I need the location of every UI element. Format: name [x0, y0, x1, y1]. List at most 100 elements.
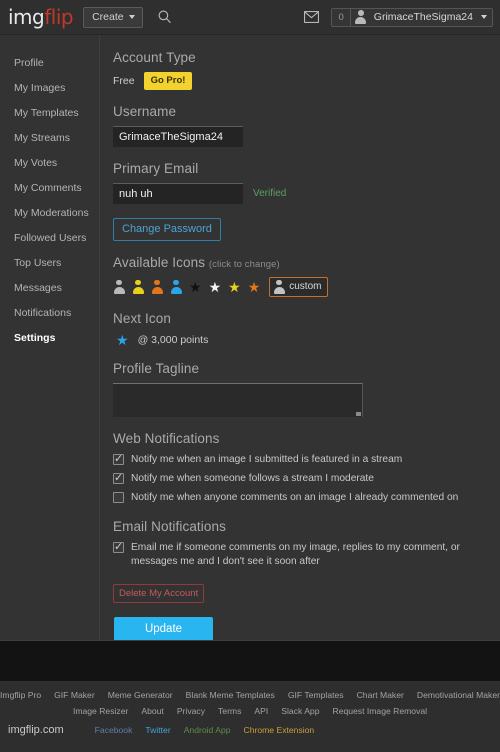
notification-option-row[interactable]: Email me if someone comments on my image…	[113, 540, 500, 569]
footer-link[interactable]: Request Image Removal	[332, 706, 427, 716]
checkbox-label: Notify me when someone follows a stream …	[131, 472, 374, 484]
envelope-icon[interactable]	[304, 11, 320, 23]
checkbox-label: Email me if someone comments on my image…	[131, 541, 460, 567]
email-notifications-list: Email me if someone comments on my image…	[113, 540, 500, 569]
sidebar-item-profile[interactable]: Profile	[0, 50, 99, 75]
sidebar-item-top-users[interactable]: Top Users	[0, 250, 99, 275]
checkbox[interactable]	[113, 452, 124, 466]
footer-link[interactable]: Blank Meme Templates	[186, 690, 275, 700]
username-input[interactable]: GrimaceTheSigma24	[113, 125, 243, 147]
profile-tagline-group: Profile Tagline	[113, 361, 500, 417]
star-icon-next: ★	[116, 331, 129, 348]
create-button[interactable]: Create	[83, 6, 143, 28]
footer-link[interactable]: Chart Maker	[357, 690, 404, 700]
settings-main: Account Type Free Go Pro! Username Grima…	[101, 35, 500, 641]
header-username: GrimaceTheSigma24	[373, 11, 473, 23]
checkbox[interactable]	[113, 491, 124, 503]
social-link-facebook[interactable]: Facebook	[95, 725, 133, 735]
account-type-title: Account Type	[113, 50, 196, 65]
username-group: Username GrimaceTheSigma24	[113, 104, 500, 147]
checkbox-label: Notify me when an image I submitted is f…	[131, 453, 403, 465]
person-icon-gray[interactable]	[113, 279, 125, 294]
sidebar-item-my-templates[interactable]: My Templates	[0, 100, 99, 125]
sidebar-item-followed-users[interactable]: Followed Users	[0, 225, 99, 250]
sidebar-item-my-comments[interactable]: My Comments	[0, 175, 99, 200]
user-menu[interactable]: 0 GrimaceTheSigma24	[331, 7, 493, 27]
footer-link[interactable]: Terms	[218, 706, 241, 716]
sidebar-nav: Profile My Images My Templates My Streams My…	[0, 35, 100, 640]
search-icon[interactable]	[157, 9, 173, 25]
update-button[interactable]: Update	[114, 616, 213, 641]
checkbox[interactable]	[113, 471, 124, 485]
notification-option-row[interactable]: Notify me when anyone comments on an ima…	[113, 491, 500, 505]
primary-email-group: Primary Email nuh uh Verified	[113, 161, 500, 204]
change-password-button[interactable]: Change Password	[113, 217, 221, 241]
account-type-row: Free Go Pro!	[113, 72, 500, 90]
checkbox[interactable]	[113, 540, 124, 554]
social-link-android-app[interactable]: Android App	[184, 725, 231, 735]
profile-tagline-input[interactable]	[113, 382, 363, 417]
chevron-down-icon	[128, 14, 135, 19]
star-icon-black[interactable]: ★	[189, 280, 202, 294]
go-pro-button[interactable]: Go Pro!	[143, 72, 193, 90]
footer-link[interactable]: Meme Generator	[108, 690, 173, 700]
delete-account-button[interactable]: Delete My Account	[113, 583, 205, 603]
person-icon-orange[interactable]	[151, 279, 163, 294]
sidebar-item-my-streams[interactable]: My Streams	[0, 125, 99, 150]
site-name: imgflip.com	[8, 724, 64, 736]
username-title: Username	[113, 103, 177, 119]
custom-icon-button[interactable]: custom	[269, 276, 329, 297]
email-notifications-group: Email Notifications Email me if someone …	[113, 519, 500, 569]
notification-count[interactable]: 0	[332, 8, 351, 26]
sidebar-item-settings[interactable]: Settings	[0, 325, 99, 350]
person-icon-yellow[interactable]	[132, 279, 144, 294]
footer-link[interactable]: Privacy	[177, 706, 205, 716]
social-link-twitter[interactable]: Twitter	[145, 725, 170, 735]
header-right-cluster: 0 GrimaceTheSigma24	[304, 7, 493, 27]
web-notifications-title: Web Notifications	[113, 430, 220, 446]
footer-dark-band	[0, 640, 500, 681]
email-verified-badge: Verified	[253, 187, 287, 199]
email-notifications-title: Email Notifications	[113, 518, 226, 534]
sidebar-item-my-images[interactable]: My Images	[0, 75, 99, 100]
email-input[interactable]: nuh uh	[113, 182, 243, 204]
footer-link[interactable]: GIF Maker	[54, 690, 95, 700]
available-icons-title: Available Icons (click to change)	[113, 255, 500, 270]
person-icon-blue[interactable]	[170, 279, 182, 294]
footer-link[interactable]: Demotivational Maker	[417, 690, 500, 700]
notification-option-row[interactable]: Notify me when someone follows a stream …	[113, 471, 500, 486]
notification-option-row[interactable]: Notify me when an image I submitted is f…	[113, 452, 500, 467]
plan-label: Free	[113, 74, 135, 87]
footer-link[interactable]: Imgflip Pro	[0, 690, 41, 700]
star-icon-orange[interactable]: ★	[248, 280, 261, 294]
available-icons-heading: Available Icons	[113, 254, 206, 270]
available-icons-group: Available Icons (click to change) ★ ★ ★ ★ cu…	[113, 255, 500, 297]
sidebar-item-messages[interactable]: Messages	[0, 275, 99, 300]
icon-picker-row: ★ ★ ★ ★ custom	[113, 276, 500, 297]
next-icon-row: ★ @ 3,000 points	[116, 333, 500, 347]
create-button-label: Create	[92, 10, 124, 23]
sidebar-item-notifications[interactable]: Notifications	[0, 300, 99, 325]
top-header: imgflip Create 0 GrimaceTheSigma24	[0, 0, 500, 35]
footer-link[interactable]: About	[141, 706, 163, 716]
footer-link[interactable]: GIF Templates	[288, 690, 344, 700]
footer-link[interactable]: Image Resizer	[73, 706, 128, 716]
site-footer: Imgflip Pro GIF Maker Meme Generator Blank …	[0, 681, 500, 752]
delete-account-group: Delete My Account	[113, 583, 500, 603]
footer-link[interactable]: API	[254, 706, 268, 716]
star-icon-white[interactable]: ★	[209, 280, 222, 294]
social-links: Facebook Twitter Android App Chrome Extensi…	[95, 725, 315, 735]
social-link-chrome-extension[interactable]: Chrome Extension	[244, 725, 315, 735]
settings-page: imgflip Create 0 GrimaceTheSigma24 Profi…	[0, 0, 500, 752]
logo-text-img: img	[8, 5, 45, 29]
account-type-group: Account Type Free Go Pro!	[113, 50, 500, 90]
footer-link[interactable]: Slack App	[281, 706, 319, 716]
star-icon-yellow[interactable]: ★	[228, 280, 241, 294]
next-icon-group: Next Icon ★ @ 3,000 points	[113, 311, 500, 347]
sidebar-item-my-moderations[interactable]: My Moderations	[0, 200, 99, 225]
imgflip-logo[interactable]: imgflip	[8, 5, 74, 29]
sidebar-item-my-votes[interactable]: My Votes	[0, 150, 99, 175]
checkbox-label: Notify me when anyone comments on an ima…	[131, 491, 459, 503]
person-icon-custom	[273, 279, 285, 294]
user-menu-inner[interactable]: GrimaceTheSigma24	[351, 10, 492, 24]
